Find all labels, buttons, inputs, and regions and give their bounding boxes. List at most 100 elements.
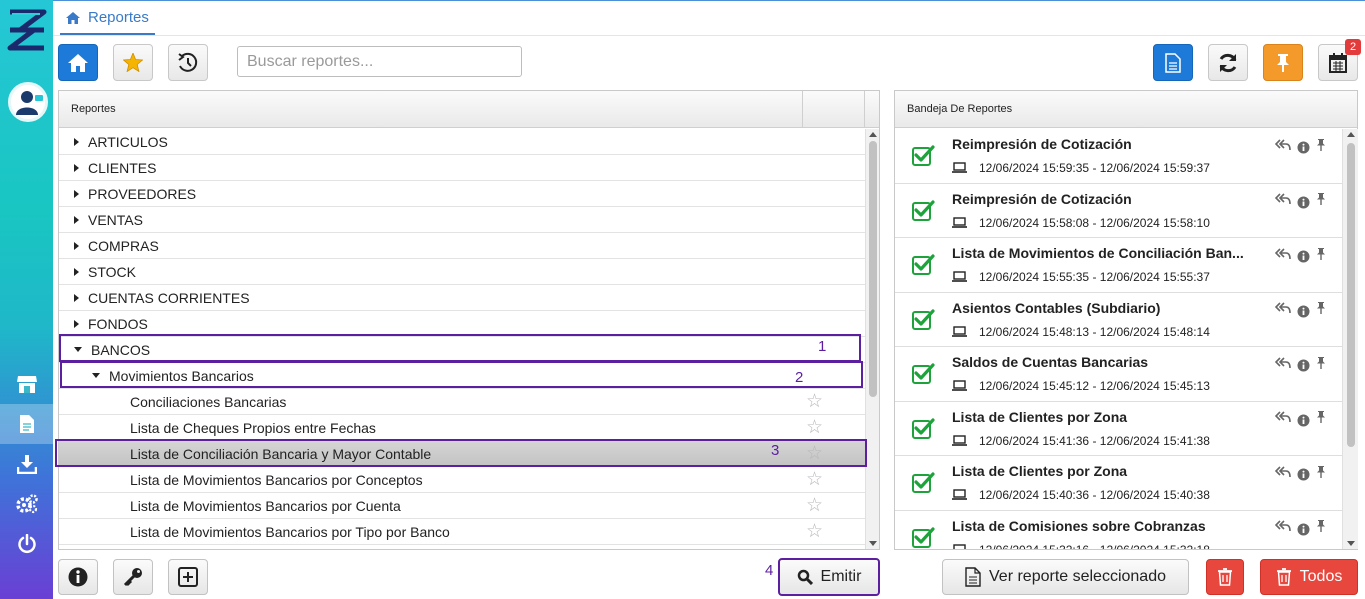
scroll-up-icon[interactable] [1347, 132, 1355, 137]
report-item[interactable]: Lista de Movimientos Bancarios por Tipo … [59, 519, 865, 545]
inbox-item[interactable]: Lista de Comisiones sobre Cobranzas 12/06… [895, 511, 1342, 549]
pin-icon[interactable] [1316, 247, 1326, 261]
calendar-button[interactable]: 2 [1318, 39, 1361, 81]
caret-right-icon[interactable] [74, 293, 79, 302]
home-button[interactable] [58, 44, 98, 81]
reply-all-icon[interactable] [1275, 465, 1291, 478]
view-selected-report-button[interactable]: Ver reporte seleccionado [942, 559, 1189, 595]
reply-all-icon[interactable] [1275, 193, 1291, 205]
pin-icon[interactable] [1316, 410, 1326, 424]
info-icon[interactable] [1297, 414, 1310, 427]
inbox-scrollbar[interactable] [1342, 129, 1358, 549]
pin-icon[interactable] [1316, 356, 1326, 370]
delete-all-button[interactable]: Todos [1260, 559, 1358, 595]
scroll-thumb[interactable] [1347, 143, 1355, 447]
inbox-item[interactable]: Asientos Contables (Subdiario) 12/06/2024… [895, 293, 1342, 347]
reply-all-icon[interactable] [1275, 302, 1291, 314]
caret-right-icon[interactable] [74, 137, 79, 146]
emitir-button[interactable]: Emitir [778, 558, 880, 596]
reply-all-icon[interactable] [1275, 138, 1291, 151]
report-item[interactable]: Lista de Movimientos Bancarios por Conce… [59, 467, 865, 493]
pin-icon[interactable] [1316, 465, 1326, 479]
app-window: Reportes Buscar reportes... 2 Reportes A… [0, 0, 1365, 599]
inbox-item-title: Saldos de Cuentas Bancarias [952, 354, 1149, 370]
reports-panel-header: Reportes [59, 91, 879, 128]
caret-right-icon[interactable] [74, 163, 79, 172]
category-row[interactable]: ARTICULOS [59, 129, 865, 155]
caret-right-icon[interactable] [74, 189, 79, 198]
delete-button[interactable] [1206, 559, 1244, 595]
pin-icon[interactable] [1316, 301, 1326, 315]
breadcrumb[interactable]: Reportes [60, 2, 155, 35]
info-icon[interactable] [1297, 141, 1310, 154]
report-item[interactable]: Conciliaciones Bancarias ☆ [59, 389, 865, 415]
report-item[interactable]: Lista de Cheques Propios entre Fechas ☆ [59, 415, 865, 441]
pin-button[interactable] [1263, 44, 1303, 81]
scroll-down-icon[interactable] [869, 541, 877, 546]
store-button[interactable] [0, 364, 53, 404]
inbox-panel-header: Bandeja De Reportes [895, 91, 1357, 128]
top-accent-line [53, 0, 1365, 1]
category-row[interactable]: STOCK [59, 259, 865, 285]
scroll-down-icon[interactable] [1347, 541, 1355, 546]
favorite-star-icon[interactable]: ☆ [806, 470, 823, 490]
scroll-thumb[interactable] [869, 141, 877, 397]
reply-all-icon[interactable] [1275, 520, 1291, 532]
app-logo-icon[interactable] [6, 8, 48, 52]
reply-all-icon[interactable] [1275, 411, 1291, 423]
info-icon[interactable] [1297, 523, 1310, 536]
laptop-icon [952, 162, 967, 173]
reply-all-icon[interactable] [1275, 356, 1291, 369]
inbox-item[interactable]: Lista de Clientes por Zona 12/06/2024 15:… [895, 456, 1342, 511]
pin-icon[interactable] [1316, 138, 1326, 152]
caret-right-icon[interactable] [74, 267, 79, 276]
caret-right-icon[interactable] [74, 215, 79, 224]
inbox-item-actions [1275, 135, 1326, 154]
refresh-button[interactable] [1208, 44, 1248, 81]
laptop-icon [953, 543, 966, 549]
category-row[interactable]: CLIENTES [59, 155, 865, 181]
category-row[interactable]: CUENTAS CORRIENTES [59, 285, 865, 311]
info-icon[interactable] [1297, 250, 1310, 263]
home-icon [68, 53, 88, 72]
reports-scrollbar[interactable] [865, 129, 879, 549]
category-row[interactable]: COMPRAS [59, 233, 865, 259]
inbox-item-dates: 12/06/2024 15:40:36 - 12/06/2024 15:40:3… [979, 488, 1210, 502]
caret-right-icon[interactable] [74, 319, 79, 328]
favorite-star-icon[interactable]: ☆ [806, 392, 823, 412]
info-icon[interactable] [1297, 196, 1310, 209]
info-icon[interactable] [1297, 468, 1310, 481]
category-row[interactable]: PROVEEDORES [59, 181, 865, 207]
favorites-button[interactable] [113, 44, 153, 81]
add-button[interactable] [168, 559, 208, 595]
user-avatar[interactable] [8, 82, 48, 122]
home-icon [66, 11, 80, 24]
checked-icon [912, 472, 935, 493]
logout-button[interactable] [0, 524, 53, 564]
report-item[interactable]: Lista de Movimientos Bancarios por Cuent… [59, 493, 865, 519]
info-button[interactable] [58, 559, 98, 595]
report-view-button[interactable] [1153, 44, 1193, 81]
caret-right-icon[interactable] [74, 241, 79, 250]
search-input[interactable] [237, 46, 522, 77]
settings-nav-button[interactable] [0, 484, 53, 524]
favorite-star-icon[interactable]: ☆ [806, 496, 823, 516]
inbox-item[interactable]: Lista de Movimientos de Conciliación Ban… [895, 238, 1342, 293]
inbox-item[interactable]: Saldos de Cuentas Bancarias 12/06/2024 15… [895, 347, 1342, 402]
reply-all-icon[interactable] [1275, 247, 1291, 260]
favorite-star-icon[interactable]: ☆ [806, 418, 823, 438]
inbox-item[interactable]: Reimpresión de Cotización 12/06/2024 15:5… [895, 129, 1342, 184]
inbox-item[interactable]: Lista de Clientes por Zona 12/06/2024 15:… [895, 402, 1342, 456]
reports-nav-button[interactable] [0, 404, 53, 444]
scroll-up-icon[interactable] [869, 132, 877, 137]
info-icon[interactable] [1297, 305, 1310, 318]
inbox-item[interactable]: Reimpresión de Cotización 12/06/2024 15:5… [895, 184, 1342, 238]
pin-icon[interactable] [1316, 519, 1326, 533]
key-button[interactable] [113, 559, 153, 595]
info-icon[interactable] [1297, 359, 1310, 372]
history-button[interactable] [168, 44, 208, 81]
favorite-star-icon[interactable]: ☆ [806, 522, 823, 542]
category-row[interactable]: VENTAS [59, 207, 865, 233]
pin-icon[interactable] [1316, 192, 1326, 206]
download-nav-button[interactable] [0, 444, 53, 484]
